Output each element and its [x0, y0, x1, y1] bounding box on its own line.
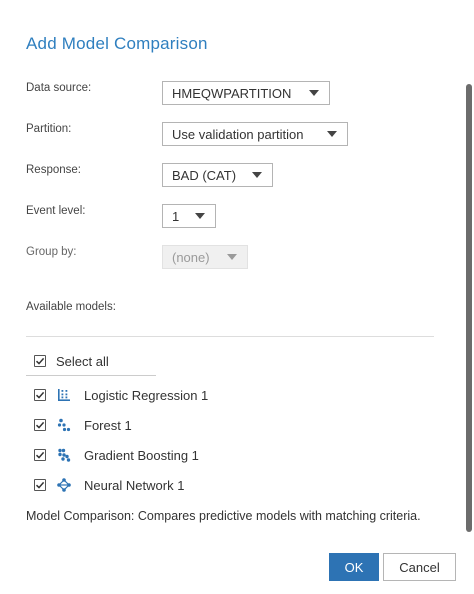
chevron-down-icon [309, 90, 319, 96]
model-label-logistic-regression[interactable]: Logistic Regression 1 [84, 388, 208, 403]
logistic-regression-icon [58, 389, 70, 401]
partition-label: Partition: [26, 123, 72, 135]
dialog-description: Model Comparison: Compares predictive mo… [26, 509, 421, 523]
available-models-label: Available models: [26, 301, 116, 313]
checkmark-icon [35, 481, 45, 489]
partition-select[interactable]: Use validation partition [162, 122, 348, 146]
chevron-down-icon [227, 254, 237, 260]
select-all-underline [26, 375, 156, 376]
group-by-select: (none) [162, 245, 248, 269]
group-by-label: Group by: [26, 246, 77, 258]
select-all-checkbox[interactable] [34, 355, 46, 367]
data-source-select[interactable]: HMEQWPARTITION [162, 81, 330, 105]
chevron-down-icon [252, 172, 262, 178]
response-label: Response: [26, 164, 81, 176]
event-level-label: Event level: [26, 205, 86, 217]
ok-button[interactable]: OK [329, 553, 379, 581]
model-checkbox-forest[interactable] [34, 419, 46, 431]
chevron-down-icon [195, 213, 205, 219]
chevron-down-icon [327, 131, 337, 137]
data-source-label: Data source: [26, 82, 92, 94]
model-checkbox-gradient-boosting[interactable] [34, 449, 46, 461]
data-source-value: HMEQWPARTITION [172, 85, 292, 101]
forest-icon [57, 418, 71, 432]
cancel-button[interactable]: Cancel [383, 553, 456, 581]
group-by-value: (none) [172, 249, 210, 265]
event-level-select[interactable]: 1 [162, 204, 216, 228]
model-label-gradient-boosting[interactable]: Gradient Boosting 1 [84, 448, 199, 463]
checkmark-icon [35, 451, 45, 459]
add-model-comparison-dialog: Add Model Comparison Data source: HMEQWP… [0, 0, 474, 594]
select-all-label[interactable]: Select all [56, 354, 109, 369]
checkmark-icon [35, 421, 45, 429]
neural-network-icon [57, 478, 71, 492]
response-value: BAD (CAT) [172, 167, 237, 183]
divider [26, 336, 434, 337]
model-label-neural-network[interactable]: Neural Network 1 [84, 478, 184, 493]
response-select[interactable]: BAD (CAT) [162, 163, 273, 187]
gradient-boosting-icon [58, 448, 71, 462]
model-label-forest[interactable]: Forest 1 [84, 418, 132, 433]
checkmark-icon [35, 357, 45, 365]
partition-value: Use validation partition [172, 126, 304, 142]
event-level-value: 1 [172, 208, 180, 224]
vertical-scrollbar[interactable] [466, 84, 472, 532]
model-checkbox-logistic-regression[interactable] [34, 389, 46, 401]
checkmark-icon [35, 391, 45, 399]
model-checkbox-neural-network[interactable] [34, 479, 46, 491]
dialog-title: Add Model Comparison [26, 34, 208, 53]
